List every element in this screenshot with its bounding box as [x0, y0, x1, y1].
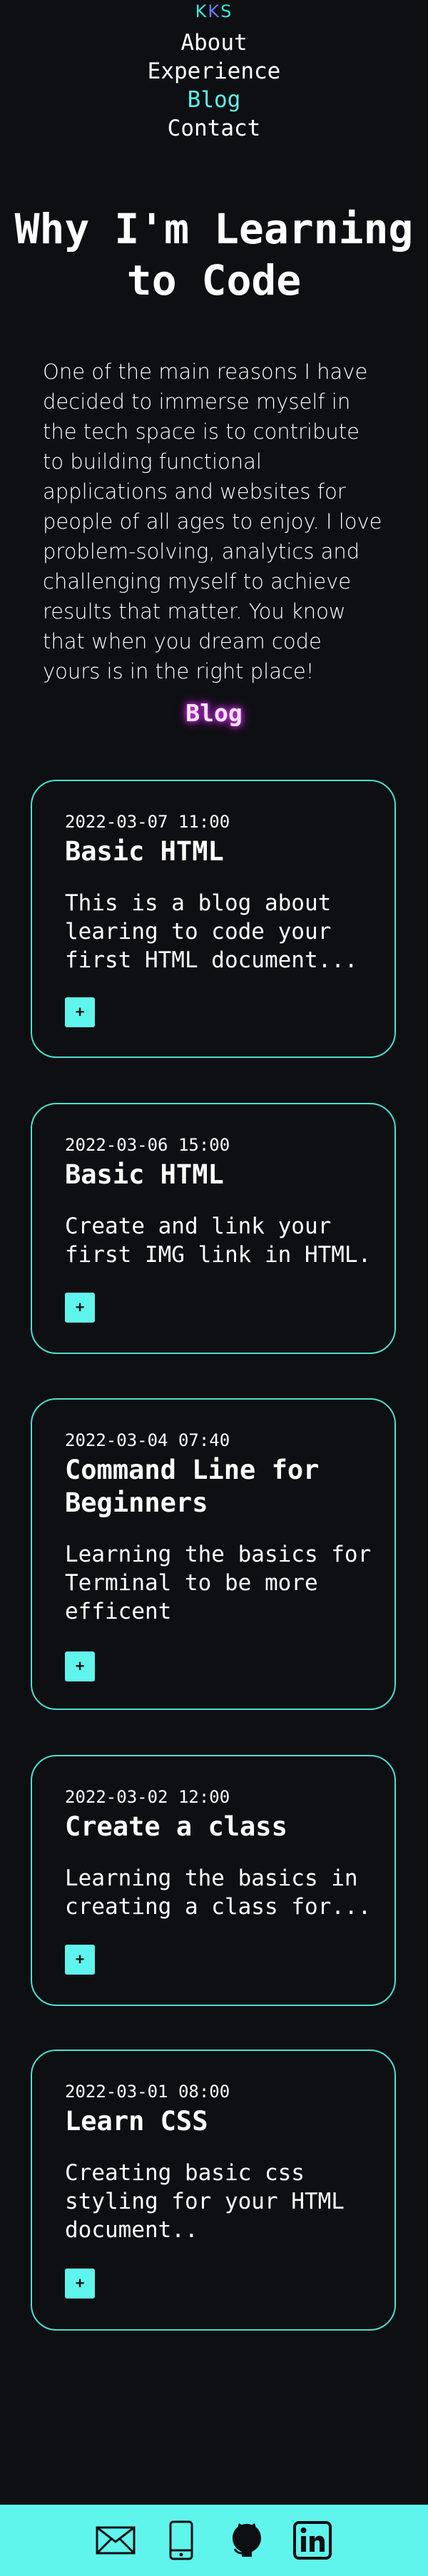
post-date: 2022-03-01 08:00: [65, 2082, 230, 2102]
post-description: Learning the basics for Terminal to be m…: [65, 1542, 372, 1624]
read-more-button[interactable]: +: [65, 1651, 95, 1681]
nav-link-contact[interactable]: Contact: [168, 114, 261, 143]
email-icon[interactable]: [95, 2520, 136, 2561]
blog-heading: Blog: [185, 699, 243, 727]
logo-letter-left: K: [195, 1, 208, 21]
github-icon[interactable]: [226, 2520, 268, 2561]
blog-card: 2022-03-01 08:00 Learn CSS Creating basi…: [31, 2050, 396, 2331]
post-description: Learning the basics in creating a class …: [65, 1865, 372, 1920]
read-more-button[interactable]: +: [65, 2269, 95, 2298]
logo-letter-mid: K: [208, 1, 221, 21]
post-date: 2022-03-04 07:40: [65, 1430, 230, 1450]
page-title: Why I'm Learning to Code: [14, 205, 414, 305]
post-description: This is a blog about learing to code you…: [65, 890, 358, 973]
post-description: Create and link your first IMG link in H…: [65, 1213, 372, 1268]
nav-link-experience[interactable]: Experience: [148, 57, 281, 86]
read-more-button[interactable]: +: [65, 997, 95, 1027]
blog-card: 2022-03-02 12:00 Create a class Learning…: [31, 1755, 396, 2006]
post-date: 2022-03-07 11:00: [65, 812, 230, 832]
post-title: Command Line for Beginners: [65, 1455, 320, 1518]
blog-card: 2022-03-07 11:00 Basic HTML This is a bl…: [31, 780, 396, 1058]
site-logo[interactable]: KKS: [0, 1, 428, 21]
post-title: Basic HTML: [65, 1159, 224, 1190]
post-date: 2022-03-02 12:00: [65, 1787, 230, 1807]
nav-link-blog[interactable]: Blog: [188, 86, 241, 114]
post-title: Learn CSS: [65, 2106, 208, 2137]
phone-icon[interactable]: [160, 2520, 202, 2561]
read-more-button[interactable]: +: [65, 1293, 95, 1323]
footer: [0, 2505, 428, 2576]
read-more-button[interactable]: +: [65, 1945, 95, 1975]
intro-paragraph: One of the main reasons I have decided t…: [43, 360, 382, 683]
linkedin-icon[interactable]: [292, 2520, 333, 2561]
nav-link-about[interactable]: About: [180, 29, 247, 57]
post-title: Basic HTML: [65, 836, 224, 867]
blog-card: 2022-03-06 15:00 Basic HTML Create and l…: [31, 1103, 396, 1354]
blog-card: 2022-03-04 07:40 Command Line for Beginn…: [31, 1398, 396, 1710]
post-title: Create a class: [65, 1811, 287, 1842]
logo-letter-right: S: [220, 1, 233, 21]
main-nav: About Experience Blog Contact: [0, 29, 428, 143]
post-description: Creating basic css styling for your HTML…: [65, 2160, 345, 2243]
post-date: 2022-03-06 15:00: [65, 1135, 230, 1155]
